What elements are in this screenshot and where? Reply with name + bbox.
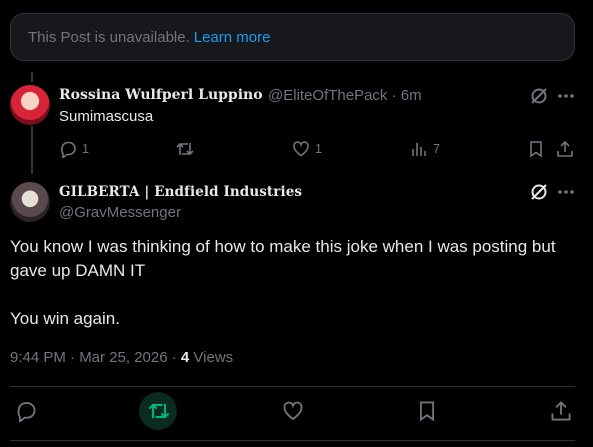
divider	[10, 440, 575, 441]
grok-icon[interactable]	[529, 182, 549, 202]
reply-icon	[15, 400, 37, 422]
thread-line	[31, 126, 33, 174]
post-timestamp[interactable]: 9:44 PM · Mar 25, 2026 ·	[10, 349, 181, 366]
views-icon	[410, 140, 428, 158]
share-icon	[556, 140, 574, 158]
share-button[interactable]	[556, 140, 574, 158]
bookmark-button[interactable]	[527, 140, 545, 158]
views-label: Views	[189, 349, 234, 366]
reply-text: Sumimascusa	[59, 108, 154, 125]
views-count: 7	[433, 142, 440, 156]
post-author-name[interactable]: GILBERTA | Endfield Industries	[59, 184, 302, 200]
avatar[interactable]	[10, 85, 50, 125]
learn-more-link[interactable]: Learn more	[194, 29, 271, 46]
bookmark-icon	[527, 140, 545, 158]
like-button[interactable]: 1	[292, 140, 322, 158]
post-body: You know I was thinking of how to make t…	[10, 235, 580, 331]
reply-count: 1	[82, 142, 89, 156]
share-button[interactable]	[550, 400, 572, 422]
reply-button[interactable]	[15, 400, 37, 422]
avatar[interactable]	[10, 182, 50, 222]
post-handle[interactable]: @GravMessenger	[59, 204, 181, 221]
repost-button[interactable]	[175, 140, 200, 158]
heart-icon	[282, 400, 304, 422]
bookmark-icon	[416, 400, 438, 422]
more-options-icon[interactable]	[556, 182, 576, 202]
reply-icon	[59, 140, 77, 158]
post-meta: 9:44 PM · Mar 25, 2026 · 4 Views	[10, 349, 233, 366]
post-text-line: You win again.	[10, 309, 120, 328]
repost-icon	[175, 140, 195, 158]
repost-icon	[147, 400, 170, 422]
like-count: 1	[315, 142, 322, 156]
bookmark-button[interactable]	[416, 400, 438, 422]
post-unavailable-banner: This Post is unavailable. Learn more	[10, 13, 575, 61]
thread-line	[31, 72, 33, 82]
grok-icon[interactable]	[529, 86, 549, 106]
reply-author-name[interactable]: Rossina Wulfperl Luppino	[59, 87, 263, 103]
more-options-icon[interactable]	[556, 86, 576, 106]
share-icon	[550, 400, 572, 422]
divider	[10, 386, 575, 387]
post-text-line: You know I was thinking of how to make t…	[10, 237, 556, 280]
reply-button[interactable]: 1	[59, 140, 89, 158]
reply-handle-time[interactable]: @EliteOfThePack · 6m	[268, 87, 422, 104]
views-number: 4	[180, 349, 190, 366]
repost-button[interactable]	[147, 400, 170, 422]
views-button[interactable]: 7	[410, 140, 440, 158]
unavailable-text: This Post is unavailable.	[28, 28, 190, 46]
like-button[interactable]	[282, 400, 304, 422]
heart-icon	[292, 140, 310, 158]
